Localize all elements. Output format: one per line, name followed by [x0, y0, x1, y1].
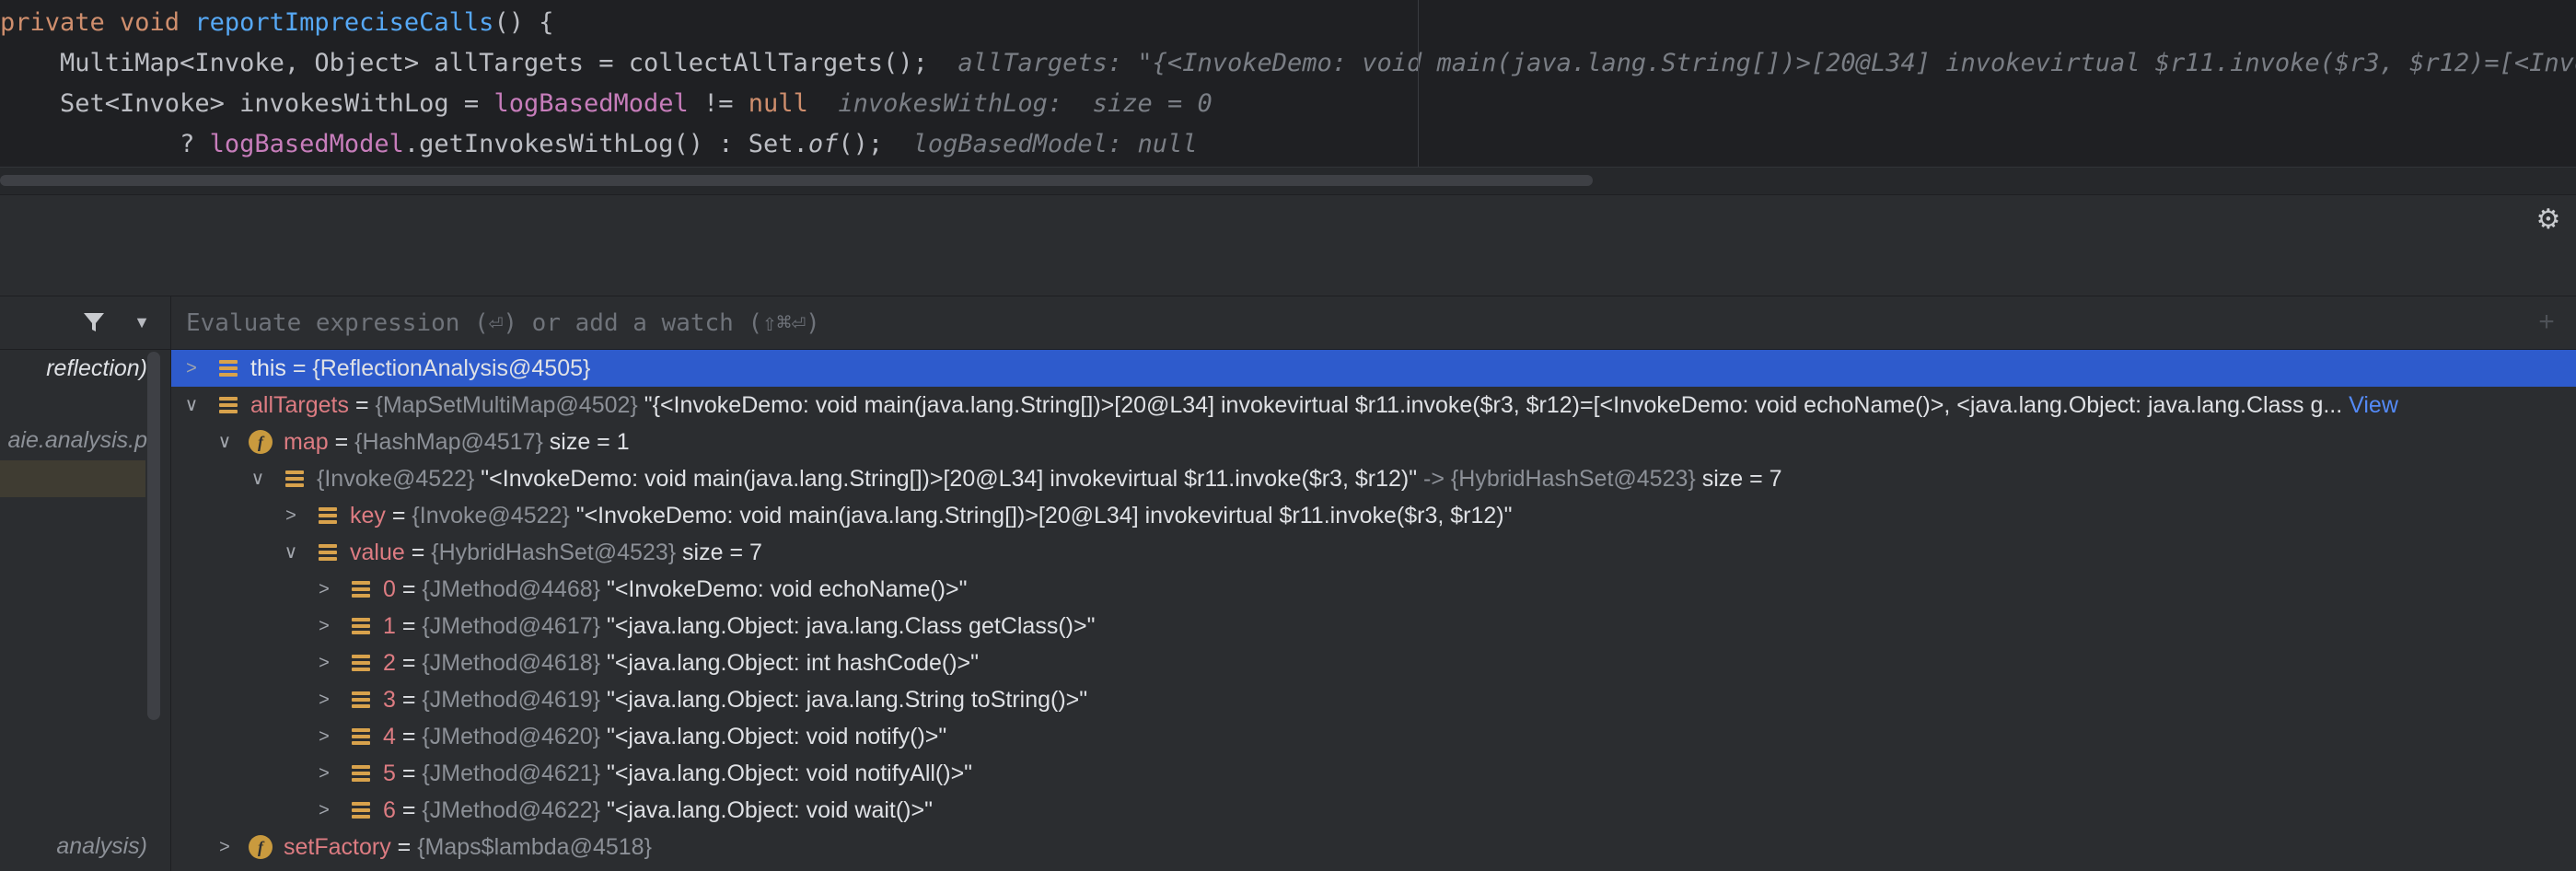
variable-row-element[interactable]: > 1 = {JMethod@4617} "<java.lang.Object:…: [171, 608, 2576, 645]
debug-subtoolbar: [0, 245, 2576, 296]
frames-panel: ▼ reflection) aie.analysis.p analysis): [0, 296, 171, 871]
variable-row-element[interactable]: > 2 = {JMethod@4618} "<java.lang.Object:…: [171, 645, 2576, 681]
code-field: logBasedModel: [209, 130, 404, 158]
variable-text: 1 = {JMethod@4617} "<java.lang.Object: j…: [383, 613, 1096, 639]
view-link[interactable]: View: [2349, 392, 2398, 418]
code-keyword: null: [748, 89, 808, 118]
code-text: ?: [0, 130, 210, 158]
chevron-down-icon[interactable]: ∨: [215, 424, 234, 460]
field-icon: [285, 470, 304, 487]
field-icon: [352, 655, 370, 671]
chevron-down-icon[interactable]: ▼: [129, 309, 155, 335]
chevron-right-icon[interactable]: >: [315, 645, 333, 681]
chevron-right-icon[interactable]: >: [315, 571, 333, 608]
variable-text: allTargets = {MapSetMultiMap@4502} "{<In…: [250, 392, 2398, 418]
variable-row-value[interactable]: ∨ value = {HybridHashSet@4523} size = 7: [171, 534, 2576, 571]
code-text: .getInvokesWithLog() : Set.: [403, 130, 808, 158]
field-icon: [352, 691, 370, 708]
variable-row-this[interactable]: > this = {ReflectionAnalysis@4505}: [171, 350, 2576, 387]
code-text: ();: [838, 130, 884, 158]
variable-row-map-entry[interactable]: ∨ {Invoke@4522} "<InvokeDemo: void main(…: [171, 460, 2576, 497]
code-line-4: ? logBasedModel.getInvokesWithLog() : Se…: [0, 124, 1197, 165]
frame-item[interactable]: aie.analysis.p: [0, 422, 147, 459]
variable-text: map = {HashMap@4517} size = 1: [284, 429, 630, 455]
variable-row-element[interactable]: > 4 = {JMethod@4620} "<java.lang.Object:…: [171, 718, 2576, 755]
field-icon: [319, 507, 337, 524]
inline-value-hint: logBasedModel: null: [912, 130, 1198, 158]
frame-item[interactable]: reflection): [0, 350, 147, 387]
chevron-right-icon[interactable]: >: [315, 755, 333, 792]
chevron-right-icon[interactable]: >: [315, 718, 333, 755]
scrollbar-thumb[interactable]: [0, 175, 1593, 186]
code-method-name: reportImpreciseCalls: [194, 8, 494, 37]
filter-icon[interactable]: [81, 309, 107, 335]
code-editor[interactable]: private void reportImpreciseCalls() { Mu…: [0, 0, 2576, 167]
code-text: !=: [688, 89, 748, 118]
field-icon: [352, 765, 370, 782]
code-method-name: of: [807, 130, 839, 158]
variable-row-element[interactable]: > 3 = {JMethod@4619} "<java.lang.Object:…: [171, 681, 2576, 718]
field-icon: [319, 544, 337, 561]
inline-value-hint: invokesWithLog: size = 0: [838, 89, 1213, 118]
chevron-right-icon[interactable]: >: [182, 350, 201, 387]
field-f-icon: f: [249, 835, 273, 859]
code-keyword: private void: [0, 8, 195, 37]
frames-scrollbar[interactable]: [147, 352, 160, 720]
code-field: logBasedModel: [493, 89, 689, 118]
chevron-right-icon[interactable]: >: [282, 497, 300, 534]
chevron-right-icon[interactable]: >: [315, 792, 333, 829]
evaluate-expression-input[interactable]: [184, 304, 2526, 343]
chevron-right-icon[interactable]: >: [315, 608, 333, 645]
variable-text: 3 = {JMethod@4619} "<java.lang.Object: j…: [383, 687, 1088, 713]
inline-value-hint: allTargets: "{<InvokeDemo: void main(jav…: [957, 49, 2576, 77]
code-text: Set<Invoke> invokesWithLog =: [0, 89, 494, 118]
field-icon: [352, 618, 370, 634]
gear-icon[interactable]: ⚙: [2534, 205, 2563, 235]
variable-text: 4 = {JMethod@4620} "<java.lang.Object: v…: [383, 724, 947, 749]
variable-row-allTargets[interactable]: ∨ allTargets = {MapSetMultiMap@4502} "{<…: [171, 387, 2576, 424]
variable-row-element[interactable]: > 6 = {JMethod@4622} "<java.lang.Object:…: [171, 792, 2576, 829]
chevron-down-icon[interactable]: ∨: [182, 387, 201, 424]
chevron-right-icon[interactable]: >: [315, 681, 333, 718]
variable-row-map[interactable]: ∨ f map = {HashMap@4517} size = 1: [171, 424, 2576, 460]
right-margin-guide: [1418, 0, 1419, 167]
variable-text: 5 = {JMethod@4621} "<java.lang.Object: v…: [383, 761, 973, 786]
add-watch-icon[interactable]: +: [2534, 308, 2559, 336]
chevron-right-icon[interactable]: >: [215, 829, 234, 865]
field-icon: [219, 360, 238, 377]
variable-text: value = {HybridHashSet@4523} size = 7: [350, 540, 762, 565]
field-icon: [219, 397, 238, 413]
variables-panel: + > this = {ReflectionAnalysis@4505} ∨ a…: [171, 296, 2576, 871]
code-text: MultiMap<Invoke, Object> allTargets = co…: [0, 49, 928, 77]
code-line-3: Set<Invoke> invokesWithLog = logBasedMod…: [0, 84, 1213, 124]
variable-text: this = {ReflectionAnalysis@4505}: [250, 355, 591, 381]
selected-frame-highlight: [0, 460, 145, 497]
editor-horizontal-scrollbar[interactable]: [0, 167, 2576, 195]
debug-tool-window-header: ⚙: [0, 194, 2576, 246]
field-icon: [352, 802, 370, 819]
variable-row-element[interactable]: > 0 = {JMethod@4468} "<InvokeDemo: void …: [171, 571, 2576, 608]
variable-row-key[interactable]: > key = {Invoke@4522} "<InvokeDemo: void…: [171, 497, 2576, 534]
field-f-icon: f: [249, 430, 273, 454]
frames-toolbar: ▼: [0, 296, 170, 350]
field-icon: [352, 581, 370, 598]
code-text: () {: [493, 8, 554, 37]
field-icon: [352, 728, 370, 745]
variable-row-setFactory[interactable]: > f setFactory = {Maps$lambda@4518}: [171, 829, 2576, 865]
chevron-down-icon[interactable]: ∨: [249, 460, 267, 497]
frame-item[interactable]: analysis): [0, 828, 147, 865]
code-line-1: private void reportImpreciseCalls() {: [0, 3, 553, 43]
variable-text: setFactory = {Maps$lambda@4518}: [284, 834, 652, 860]
variable-text: key = {Invoke@4522} "<InvokeDemo: void m…: [350, 503, 1513, 528]
code-line-2: MultiMap<Invoke, Object> allTargets = co…: [0, 43, 2576, 84]
variable-text: 6 = {JMethod@4622} "<java.lang.Object: v…: [383, 797, 933, 823]
variable-text: {Invoke@4522} "<InvokeDemo: void main(ja…: [317, 466, 1782, 492]
variable-row-element[interactable]: > 5 = {JMethod@4621} "<java.lang.Object:…: [171, 755, 2576, 792]
variable-text: 0 = {JMethod@4468} "<InvokeDemo: void ec…: [383, 576, 968, 602]
evaluate-bar: +: [171, 296, 2576, 350]
chevron-down-icon[interactable]: ∨: [282, 534, 300, 571]
variable-text: 2 = {JMethod@4618} "<java.lang.Object: i…: [383, 650, 980, 676]
